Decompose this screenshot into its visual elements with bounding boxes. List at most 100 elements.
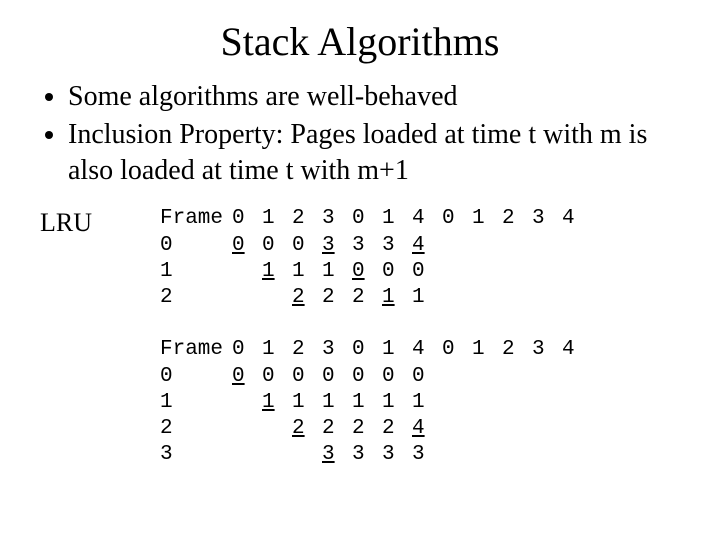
- header-cell: 1: [382, 337, 412, 363]
- header-cell: 2: [292, 337, 322, 363]
- row-label: 2: [160, 416, 232, 442]
- tables-container: Frame012301401234000033341111000222211 F…: [160, 206, 592, 494]
- frame-table-4: Frame01230140123400000000111111122222433…: [160, 337, 592, 468]
- data-cell: 3: [412, 442, 442, 468]
- data-cell: [262, 285, 292, 311]
- data-cell: [232, 285, 262, 311]
- row-label: 0: [160, 364, 232, 390]
- data-cell: 1: [262, 259, 292, 285]
- data-cell: 1: [352, 390, 382, 416]
- page-title: Stack Algorithms: [40, 18, 680, 65]
- data-cell: 0: [322, 364, 352, 390]
- data-cell: [262, 416, 292, 442]
- header-cell: 0: [442, 206, 472, 232]
- data-cell: 2: [292, 285, 322, 311]
- data-cell: 1: [412, 390, 442, 416]
- data-cell: 4: [412, 416, 442, 442]
- row-label: 2: [160, 285, 232, 311]
- lru-label: LRU: [40, 206, 160, 238]
- row-label: Frame: [160, 206, 232, 232]
- frame-table-3: Frame012301401234000033341111000222211: [160, 206, 592, 311]
- data-cell: 2: [322, 285, 352, 311]
- data-cell: 3: [322, 442, 352, 468]
- header-cell: 1: [262, 206, 292, 232]
- header-cell: 3: [532, 337, 562, 363]
- header-cell: 1: [382, 206, 412, 232]
- header-cell: 2: [292, 206, 322, 232]
- data-cell: 4: [412, 233, 442, 259]
- row-label: 0: [160, 233, 232, 259]
- data-cell: 2: [382, 416, 412, 442]
- data-cell: 0: [412, 259, 442, 285]
- data-cell: [232, 390, 262, 416]
- data-cell: [232, 442, 262, 468]
- data-cell: 3: [382, 233, 412, 259]
- header-cell: 4: [562, 337, 592, 363]
- header-cell: 1: [472, 337, 502, 363]
- header-cell: 3: [532, 206, 562, 232]
- bullet-item: Some algorithms are well-behaved: [68, 79, 680, 115]
- data-cell: 1: [412, 285, 442, 311]
- data-cell: [262, 442, 292, 468]
- data-cell: 0: [262, 233, 292, 259]
- header-cell: 2: [502, 337, 532, 363]
- table-row: 1111111: [160, 390, 592, 416]
- table-row: 1111000: [160, 259, 592, 285]
- table-row: 33333: [160, 442, 592, 468]
- data-cell: [292, 442, 322, 468]
- row-label: 1: [160, 259, 232, 285]
- data-cell: [232, 259, 262, 285]
- data-cell: 0: [232, 364, 262, 390]
- data-cell: 0: [262, 364, 292, 390]
- header-cell: 0: [232, 206, 262, 232]
- bullet-list: Some algorithms are well-behaved Inclusi…: [40, 79, 680, 188]
- data-cell: 3: [382, 442, 412, 468]
- data-cell: 2: [322, 416, 352, 442]
- header-cell: 0: [352, 337, 382, 363]
- header-cell: 4: [562, 206, 592, 232]
- data-cell: [232, 416, 262, 442]
- data-cell: 0: [352, 259, 382, 285]
- data-cell: 3: [352, 442, 382, 468]
- data-cell: 0: [292, 364, 322, 390]
- header-cell: 1: [262, 337, 292, 363]
- data-cell: 1: [292, 390, 322, 416]
- table-row: 00000000: [160, 364, 592, 390]
- data-cell: 1: [322, 259, 352, 285]
- data-cell: 0: [382, 364, 412, 390]
- content-row: LRU Frame0123014012340000333411110002222…: [40, 206, 680, 494]
- header-cell: 3: [322, 206, 352, 232]
- slide: Stack Algorithms Some algorithms are wel…: [0, 0, 720, 495]
- data-cell: 0: [382, 259, 412, 285]
- header-cell: 0: [442, 337, 472, 363]
- data-cell: 0: [292, 233, 322, 259]
- data-cell: 2: [352, 285, 382, 311]
- table-row: 00003334: [160, 233, 592, 259]
- header-cell: 0: [352, 206, 382, 232]
- data-cell: 1: [322, 390, 352, 416]
- header-cell: 4: [412, 337, 442, 363]
- data-cell: 1: [382, 390, 412, 416]
- data-cell: 0: [352, 364, 382, 390]
- data-cell: 0: [412, 364, 442, 390]
- header-cell: 4: [412, 206, 442, 232]
- data-cell: 1: [262, 390, 292, 416]
- header-cell: 0: [232, 337, 262, 363]
- bullet-item: Inclusion Property: Pages loaded at time…: [68, 117, 680, 189]
- data-cell: 1: [292, 259, 322, 285]
- row-label: Frame: [160, 337, 232, 363]
- data-cell: 1: [382, 285, 412, 311]
- data-cell: 0: [232, 233, 262, 259]
- header-cell: 1: [472, 206, 502, 232]
- data-cell: 2: [352, 416, 382, 442]
- data-cell: 3: [352, 233, 382, 259]
- data-cell: 3: [322, 233, 352, 259]
- table-row: 222224: [160, 416, 592, 442]
- header-cell: 3: [322, 337, 352, 363]
- table-row: 222211: [160, 285, 592, 311]
- table-header-row: Frame012301401234: [160, 206, 592, 232]
- table-header-row: Frame012301401234: [160, 337, 592, 363]
- row-label: 3: [160, 442, 232, 468]
- row-label: 1: [160, 390, 232, 416]
- data-cell: 2: [292, 416, 322, 442]
